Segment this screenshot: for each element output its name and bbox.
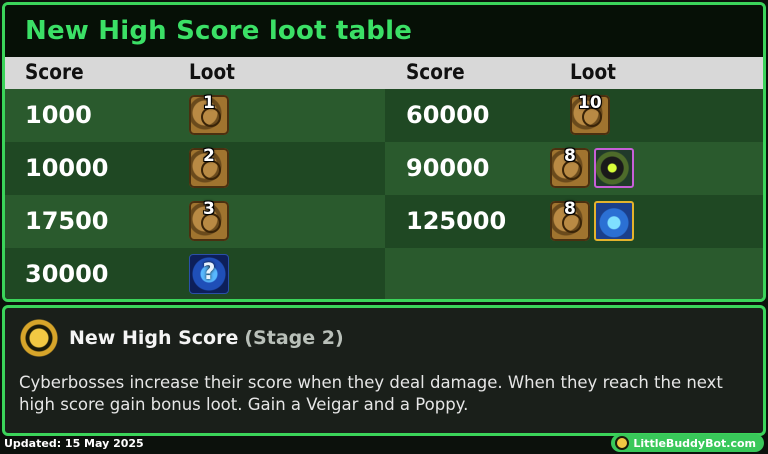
veigar-icon: [594, 148, 634, 188]
loot-grid: 1000 1 10000 2 17500 3 30000 ? 60000 10 …: [5, 89, 763, 299]
brand-badge[interactable]: LittleBuddyBot.com: [611, 434, 764, 452]
score-value: 1000: [25, 101, 92, 129]
loot-header-right: Loot: [570, 60, 617, 84]
updated-date: Updated: 15 May 2025: [4, 437, 144, 450]
mystery-symbol: ?: [202, 260, 216, 285]
loot-coins-icon: 1: [189, 93, 229, 135]
trait-emblem-icon: [19, 318, 59, 358]
table-row: 125000 8: [385, 195, 763, 248]
poppy-icon: [594, 201, 634, 241]
trait-name: New High Score: [69, 327, 239, 349]
loot-coins-icon: 10: [570, 93, 610, 135]
brand-link[interactable]: LittleBuddyBot.com: [633, 437, 756, 450]
trait-header: New High Score (Stage 2): [5, 308, 763, 368]
loot-count: 1: [203, 93, 215, 113]
loot-coins-icon: 8: [550, 146, 590, 188]
table-row: 90000 8: [385, 142, 763, 195]
loot-count: 8: [564, 199, 576, 219]
table-row: 1000 1: [5, 89, 385, 142]
score-value: 90000: [406, 154, 490, 182]
table-header: Score Loot Score Loot: [5, 57, 763, 89]
table-row: 17500 3: [5, 195, 385, 248]
loot-table-panel: New High Score loot table Score Loot Sco…: [2, 2, 766, 302]
loot-coins-icon: 8: [550, 199, 590, 241]
score-header-right: Score: [406, 60, 465, 84]
brand-logo-icon: [615, 436, 630, 450]
table-row: 60000 10: [385, 89, 763, 142]
score-header-left: Score: [25, 60, 84, 84]
table-row: 30000 ?: [5, 248, 385, 299]
loot-count: 2: [203, 146, 215, 166]
trait-panel: New High Score (Stage 2) Cyberbosses inc…: [2, 305, 766, 436]
loot-table-graphic: New High Score loot table Score Loot Sco…: [0, 0, 768, 454]
table-row: 10000 2: [5, 142, 385, 195]
trait-stage: (Stage 2): [244, 327, 344, 349]
score-value: 30000: [25, 260, 109, 288]
loot-coins-icon: 2: [189, 146, 229, 188]
empty-cell: [385, 248, 763, 299]
loot-count: 10: [578, 93, 602, 113]
score-value: 10000: [25, 154, 109, 182]
mystery-orb-icon: ?: [189, 254, 229, 294]
trait-description: Cyberbosses increase their score when th…: [19, 373, 723, 414]
loot-coins-icon: 3: [189, 199, 229, 241]
score-value: 60000: [406, 101, 490, 129]
score-value: 17500: [25, 207, 109, 235]
score-value: 125000: [406, 207, 507, 235]
loot-count: 3: [203, 199, 215, 219]
title-bar: New High Score loot table: [5, 5, 763, 57]
loot-count: 8: [564, 146, 576, 166]
page-title: New High Score loot table: [25, 16, 413, 46]
loot-header-left: Loot: [189, 60, 236, 84]
